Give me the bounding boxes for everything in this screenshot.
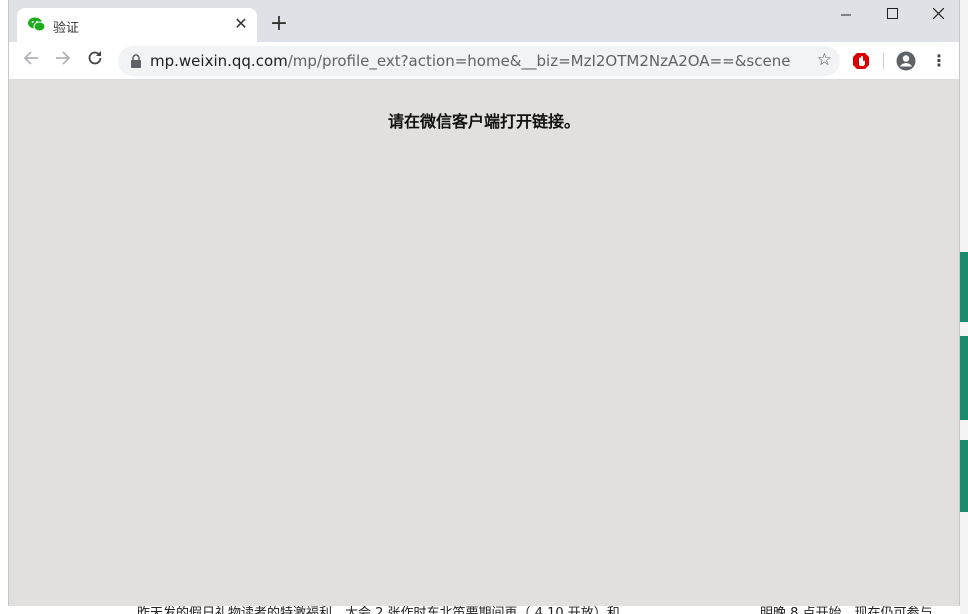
bookmark-star-icon[interactable]: ☆ [817,50,832,70]
maximize-icon [886,8,898,19]
close-tab-icon[interactable]: ✕ [231,14,251,34]
minimize-icon [841,14,851,16]
wechat-icon [28,17,45,32]
minimize-button[interactable] [826,4,866,26]
close-icon [932,7,944,20]
page-content: 请在微信客户端打开链接。 [9,80,959,606]
profile-icon[interactable] [896,51,916,71]
new-tab-button[interactable]: + [267,12,291,36]
browser-tab[interactable]: 验证 ✕ [17,8,257,42]
background-green-block [960,440,968,512]
reload-icon [88,51,102,65]
title-bar: 验证 ✕ + [9,0,959,42]
more-menu-icon[interactable]: ⋮ [931,50,947,72]
toolbar-divider [883,53,884,69]
tab-title: 验证 [53,21,80,36]
extension-hand-icon[interactable] [852,52,870,70]
address-bar[interactable]: mp.weixin.qq.com/mp/profile_ext?action=h… [118,46,840,76]
lock-icon [131,54,141,68]
arrow-left-icon [23,51,38,65]
background-green-block [960,336,968,420]
reload-button[interactable] [82,48,108,74]
url-text[interactable]: mp.weixin.qq.com/mp/profile_ext?action=h… [150,52,790,70]
arrow-right-icon [56,51,71,65]
back-button[interactable] [18,48,44,74]
maximize-button[interactable] [872,4,912,26]
background-green-block [960,252,968,322]
forward-button[interactable] [50,48,76,74]
url-host: mp.weixin.qq.com [150,52,288,70]
browser-toolbar: mp.weixin.qq.com/mp/profile_ext?action=h… [9,42,959,80]
close-window-button[interactable] [918,4,958,26]
open-in-wechat-message: 请在微信客户端打开链接。 [387,112,580,131]
url-path: /mp/profile_ext?action=home&__biz=MzI2OT… [287,52,790,70]
browser-window: 验证 ✕ + mp.weixin.qq.com/mp/profile_ext?a… [8,0,960,606]
